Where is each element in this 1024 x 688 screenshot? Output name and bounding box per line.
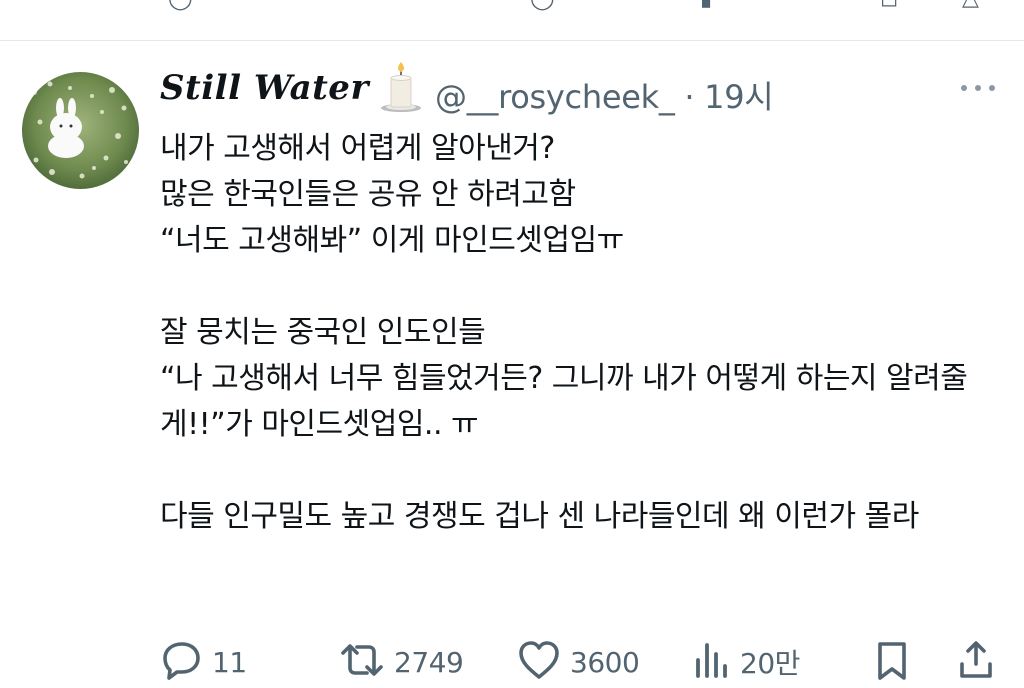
tweet-text: 내가 고생해서 어렵게 알아낸거? 많은 한국인들은 공유 안 하려고함 “너도…: [160, 131, 968, 534]
reply-count: 11: [212, 645, 247, 679]
display-name[interactable]: Still Water: [160, 68, 369, 108]
retweet-icon: [338, 638, 386, 686]
previous-tweet-action-bar: ◯ ◯ ▮ ◻ △: [0, 0, 1024, 41]
like-button[interactable]: 3600: [516, 637, 640, 687]
handle-time[interactable]: @__rosycheek_ · 19시: [435, 72, 774, 118]
reply-icon: [160, 638, 204, 686]
tweet-time[interactable]: 19시: [704, 78, 774, 116]
bookmark-button[interactable]: [872, 637, 912, 687]
more-options-icon[interactable]: [958, 78, 998, 102]
partial-icon: ◻: [880, 0, 898, 11]
views-count: 20만: [740, 647, 800, 680]
partial-icon: ◯: [168, 0, 193, 11]
avatar[interactable]: [22, 72, 139, 189]
retweet-count: 2749: [394, 645, 464, 679]
candle-icon: [376, 62, 426, 118]
share-button[interactable]: [956, 637, 996, 687]
views-icon: [692, 638, 732, 686]
partial-icon: △: [962, 0, 979, 11]
separator: ·: [684, 78, 695, 116]
tweet-header: Still Water @__rosycheek_ · 19시: [160, 60, 1000, 120]
reply-button[interactable]: 11: [160, 637, 247, 687]
tweet-actions: 11 2749 3600 20만: [160, 637, 1000, 687]
partial-icon: ◯: [530, 0, 555, 11]
user-handle[interactable]: @__rosycheek_: [435, 78, 675, 116]
views-button[interactable]: 20만: [692, 637, 800, 687]
retweet-button[interactable]: 2749: [338, 637, 464, 687]
heart-icon: [516, 638, 562, 686]
bookmark-icon: [872, 638, 912, 686]
share-icon: [956, 638, 996, 686]
partial-icon: ▮: [700, 0, 712, 11]
like-count: 3600: [570, 645, 640, 679]
